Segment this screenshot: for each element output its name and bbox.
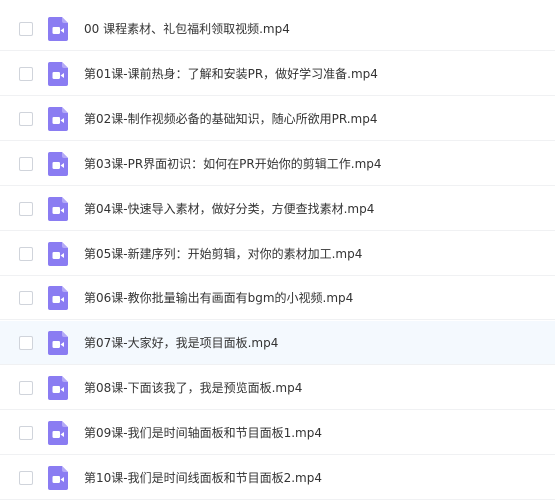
video-file-icon — [48, 466, 68, 490]
file-row-05[interactable]: 第05课-新建序列：开始剪辑，对你的素材加工.mp4 — [0, 232, 555, 276]
row-checkbox[interactable] — [19, 156, 33, 171]
row-checkbox[interactable] — [19, 336, 33, 351]
file-name[interactable]: 第08课-下面该我了，我是预览面板.mp4 — [84, 366, 302, 410]
video-file-icon — [48, 17, 68, 41]
file-row-09[interactable]: 第09课-我们是时间轴面板和节目面板1.mp4 — [0, 411, 555, 456]
file-row-08[interactable]: 第08课-下面该我了，我是预览面板.mp4 — [0, 366, 555, 411]
video-file-icon — [48, 331, 68, 356]
file-row-04[interactable]: 第04课-快速导入素材，做好分类，方便查找素材.mp4 — [0, 187, 555, 231]
file-row-02[interactable]: 第02课-制作视频必备的基础知识，随心所欲用PR.mp4 — [0, 97, 555, 141]
row-checkbox[interactable] — [19, 426, 33, 441]
row-checkbox[interactable] — [19, 111, 33, 126]
file-row-00[interactable]: 00 课程素材、礼包福利领取视频.mp4 — [0, 7, 555, 51]
video-file-icon — [48, 421, 68, 446]
video-file-icon — [48, 286, 68, 311]
video-file-icon — [48, 241, 68, 266]
file-name[interactable]: 第05课-新建序列：开始剪辑，对你的素材加工.mp4 — [84, 232, 362, 276]
file-name[interactable]: 第09课-我们是时间轴面板和节目面板1.mp4 — [84, 411, 322, 455]
row-checkbox[interactable] — [19, 66, 33, 81]
file-list: 00 课程素材、礼包福利领取视频.mp4 第01课-课前热身：了解和安装PR，做… — [0, 0, 555, 504]
file-name[interactable]: 第01课-课前热身：了解和安装PR，做好学习准备.mp4 — [84, 52, 378, 96]
video-file-icon — [48, 376, 68, 401]
file-name[interactable]: 第06课-教你批量输出有画面有bgm的小视频.mp4 — [84, 276, 353, 320]
file-name[interactable]: 00 课程素材、礼包福利领取视频.mp4 — [84, 7, 290, 51]
file-row-10[interactable]: 第10课-我们是时间线面板和节目面板2.mp4 — [0, 456, 555, 500]
row-checkbox[interactable] — [19, 291, 33, 306]
file-row-03[interactable]: 第03课-PR界面初识：如何在PR开始你的剪辑工作.mp4 — [0, 142, 555, 186]
row-checkbox[interactable] — [19, 471, 33, 485]
file-row-07[interactable]: 第07课-大家好，我是项目面板.mp4 — [0, 321, 555, 366]
row-checkbox[interactable] — [19, 22, 33, 36]
file-name[interactable]: 第07课-大家好，我是项目面板.mp4 — [84, 321, 278, 365]
video-file-icon — [48, 151, 68, 176]
file-name[interactable]: 第04课-快速导入素材，做好分类，方便查找素材.mp4 — [84, 187, 374, 231]
video-file-icon — [48, 106, 68, 131]
row-checkbox[interactable] — [19, 246, 33, 261]
file-name[interactable]: 第02课-制作视频必备的基础知识，随心所欲用PR.mp4 — [84, 97, 378, 141]
file-row-06[interactable]: 第06课-教你批量输出有画面有bgm的小视频.mp4 — [0, 276, 555, 321]
video-file-icon — [48, 196, 68, 221]
file-name[interactable]: 第10课-我们是时间线面板和节目面板2.mp4 — [84, 456, 322, 500]
file-row-01[interactable]: 第01课-课前热身：了解和安装PR，做好学习准备.mp4 — [0, 52, 555, 96]
file-name[interactable]: 第03课-PR界面初识：如何在PR开始你的剪辑工作.mp4 — [84, 142, 382, 186]
row-checkbox[interactable] — [19, 201, 33, 216]
row-checkbox[interactable] — [19, 381, 33, 396]
video-file-icon — [48, 61, 68, 86]
